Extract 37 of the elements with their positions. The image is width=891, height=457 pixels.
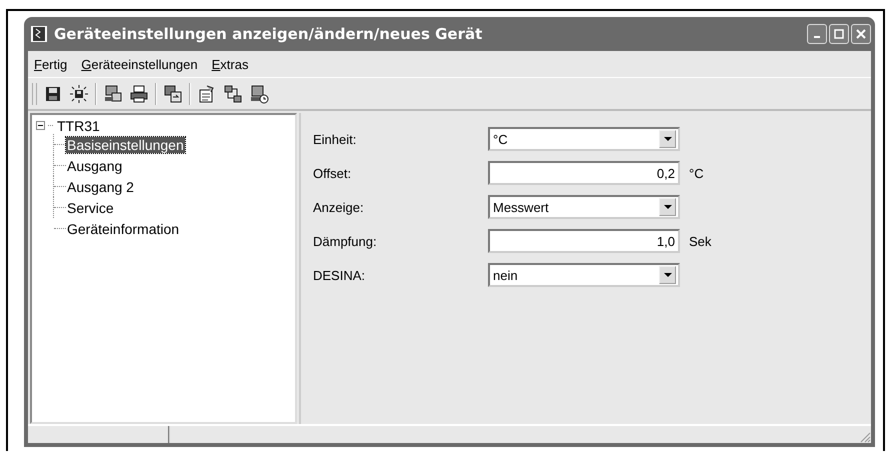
field-label: Offset: — [313, 166, 352, 180]
menu-item[interactable]: Geräteeinstellungen — [81, 56, 198, 72]
resize-grip-icon[interactable] — [859, 431, 871, 443]
dropdown[interactable]: nein — [488, 263, 680, 287]
menu-item[interactable]: Fertig — [34, 56, 68, 72]
unit-label: Sek — [689, 234, 712, 248]
field-label: Anzeige: — [313, 200, 365, 214]
window-icon[interactable] — [163, 84, 183, 104]
dropdown[interactable]: Messwert — [488, 195, 680, 219]
dropdown[interactable]: °C — [488, 127, 680, 151]
network-icon[interactable] — [223, 84, 243, 104]
computer-icon[interactable] — [103, 84, 123, 104]
tree-item[interactable]: Basiseinstellungen — [66, 136, 185, 152]
input-field[interactable]: 1,0 — [488, 229, 680, 253]
collapse-toggle[interactable] — [36, 121, 45, 130]
close-button[interactable] — [851, 24, 871, 44]
input-field[interactable]: 0,2 — [488, 161, 680, 185]
app-icon — [30, 25, 48, 43]
maximize-button[interactable] — [829, 24, 849, 44]
tree-item[interactable]: Ausgang 2 — [66, 178, 135, 194]
minus-icon — [37, 122, 44, 129]
window-title: Geräteeinstellungen anzeigen/ändern/neues Gerät — [54, 25, 484, 43]
maximize-icon — [834, 29, 844, 39]
tree-item[interactable]: Geräteinformation — [66, 220, 180, 236]
field-label: Einheit: — [313, 132, 358, 146]
minimize-button[interactable] — [807, 24, 827, 44]
tree-item[interactable]: Service — [66, 200, 115, 216]
tree-item[interactable]: TTR31 — [56, 118, 101, 134]
close-icon — [856, 29, 866, 39]
computer-clock-icon[interactable] — [249, 84, 269, 104]
printer-icon[interactable] — [129, 84, 149, 104]
disk-sparkle-icon[interactable] — [69, 84, 89, 104]
menu-item[interactable]: Extras — [212, 56, 248, 72]
field-label: Dämpfung: — [313, 234, 378, 248]
unit-label: °C — [689, 166, 704, 180]
tree-item[interactable]: Ausgang — [66, 158, 124, 174]
field-label: DESINA: — [313, 268, 366, 282]
